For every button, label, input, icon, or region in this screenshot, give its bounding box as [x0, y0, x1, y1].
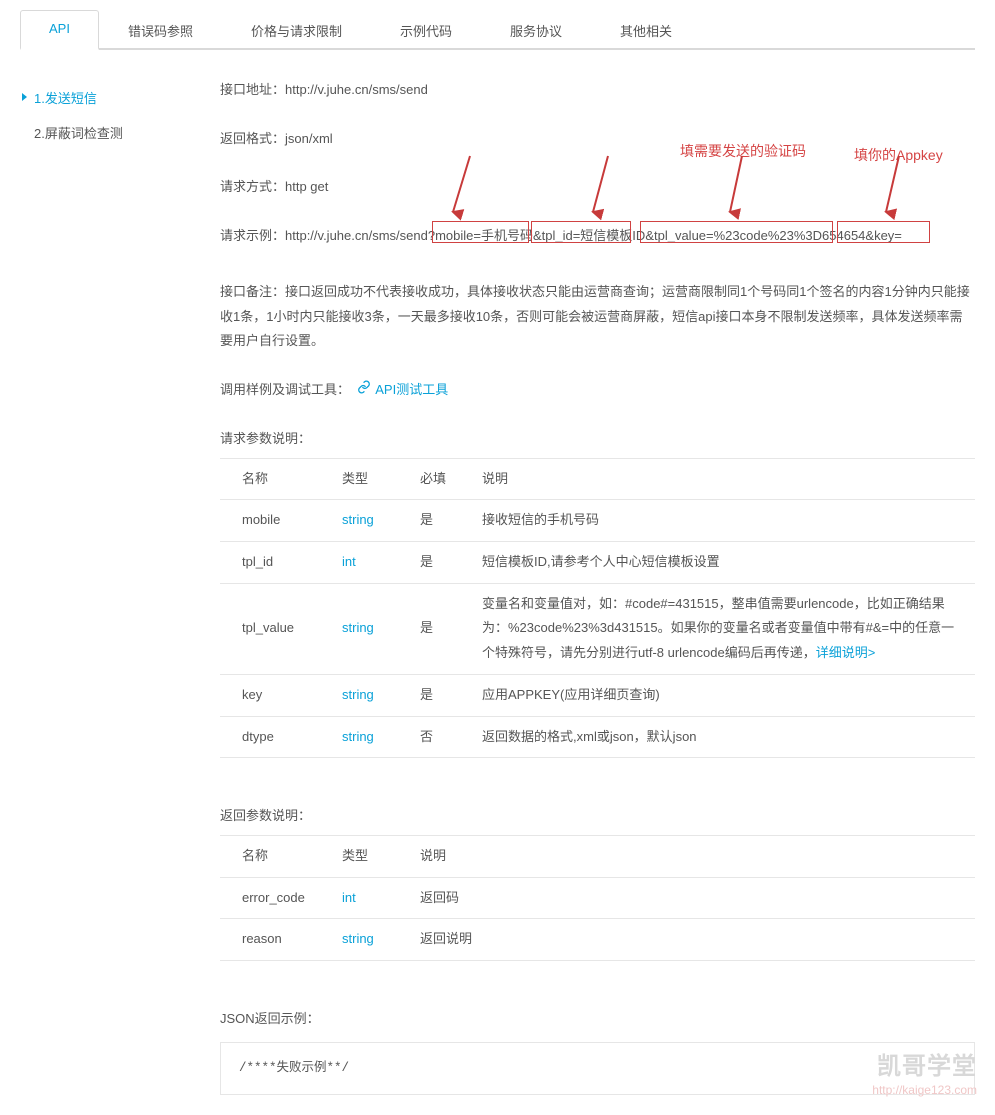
api-address-value: http://v.juhe.cn/sms/send: [285, 82, 428, 97]
tpl-value-detail-link[interactable]: 详细说明>: [816, 645, 876, 660]
json-example-label: JSON返回示例：: [220, 1007, 975, 1032]
sidebar: 1.发送短信 2.屏蔽词检查测: [20, 70, 200, 1095]
return-format-value: json/xml: [285, 131, 333, 146]
request-example-mobile: mobile=手机号码: [435, 228, 533, 243]
tab-pricing[interactable]: 价格与请求限制: [222, 10, 371, 50]
hint-appkey: 填你的Appkey: [854, 142, 943, 169]
request-example-tplvalue: tpl_value=%23code%23%3D654654: [654, 228, 865, 243]
api-address-label: 接口地址：: [220, 82, 285, 97]
sidebar-item-block-words[interactable]: 2.屏蔽词检查测: [20, 115, 200, 150]
request-method-label: 请求方式：: [220, 179, 285, 194]
debug-label: 调用样例及调试工具：: [220, 382, 350, 397]
request-example-tplid: tpl_id=短信模板ID: [542, 228, 646, 243]
request-example-key: key=: [874, 228, 902, 243]
remark-value: 接口返回成功不代表接收成功，具体接收状态只能由运营商查询；运营商限制同1个号码同…: [220, 284, 970, 348]
request-example: 填需要发送的验证码 填你的Appkey 请求示例：http://v.juhe.c…: [220, 224, 975, 256]
request-example-label: 请求示例：: [220, 228, 285, 243]
table-header-name: 名称: [220, 835, 320, 877]
table-row: mobile string 是 接收短信的手机号码: [220, 500, 975, 542]
request-params-label: 请求参数说明：: [220, 427, 975, 452]
table-row: dtype string 否 返回数据的格式,xml或json，默认json: [220, 716, 975, 758]
tab-service-agreement[interactable]: 服务协议: [481, 10, 591, 50]
table-row: error_code int 返回码: [220, 877, 975, 919]
sidebar-item-send-sms[interactable]: 1.发送短信: [20, 80, 200, 115]
table-header-name: 名称: [220, 458, 320, 500]
request-params-table: 名称 类型 必填 说明 mobile string 是 接收短信的手机号码 tp…: [220, 458, 975, 759]
table-row: tpl_value string 是 变量名和变量值对，如：#code#=431…: [220, 583, 975, 674]
remark-label: 接口备注：: [220, 284, 285, 299]
response-params-table: 名称 类型 说明 error_code int 返回码 reason strin…: [220, 835, 975, 961]
link-icon: [357, 378, 371, 403]
table-header-type: 类型: [320, 458, 398, 500]
hint-verification-code: 填需要发送的验证码: [680, 138, 806, 165]
table-header-required: 必填: [398, 458, 460, 500]
table-header-desc: 说明: [460, 458, 975, 500]
table-header-type: 类型: [320, 835, 398, 877]
tab-bar: API 错误码参照 价格与请求限制 示例代码 服务协议 其他相关: [20, 0, 975, 50]
table-row: reason string 返回说明: [220, 919, 975, 961]
request-example-prefix: http://v.juhe.cn/sms/send?: [285, 228, 435, 243]
api-test-tool-link[interactable]: API测试工具: [375, 382, 448, 397]
table-row: tpl_id int 是 短信模板ID,请参考个人中心短信模板设置: [220, 542, 975, 584]
table-header-desc: 说明: [398, 835, 975, 877]
table-row: key string 是 应用APPKEY(应用详细页查询): [220, 674, 975, 716]
request-method-value: http get: [285, 179, 328, 194]
content-area: 接口地址：http://v.juhe.cn/sms/send 返回格式：json…: [200, 70, 975, 1095]
return-format-label: 返回格式：: [220, 131, 285, 146]
tab-other[interactable]: 其他相关: [591, 10, 701, 50]
json-code-block: /****失败示例**/: [220, 1042, 975, 1096]
response-params-label: 返回参数说明：: [220, 804, 975, 829]
tab-sample-code[interactable]: 示例代码: [371, 10, 481, 50]
tab-api[interactable]: API: [20, 10, 99, 50]
tab-error-codes[interactable]: 错误码参照: [99, 10, 222, 50]
